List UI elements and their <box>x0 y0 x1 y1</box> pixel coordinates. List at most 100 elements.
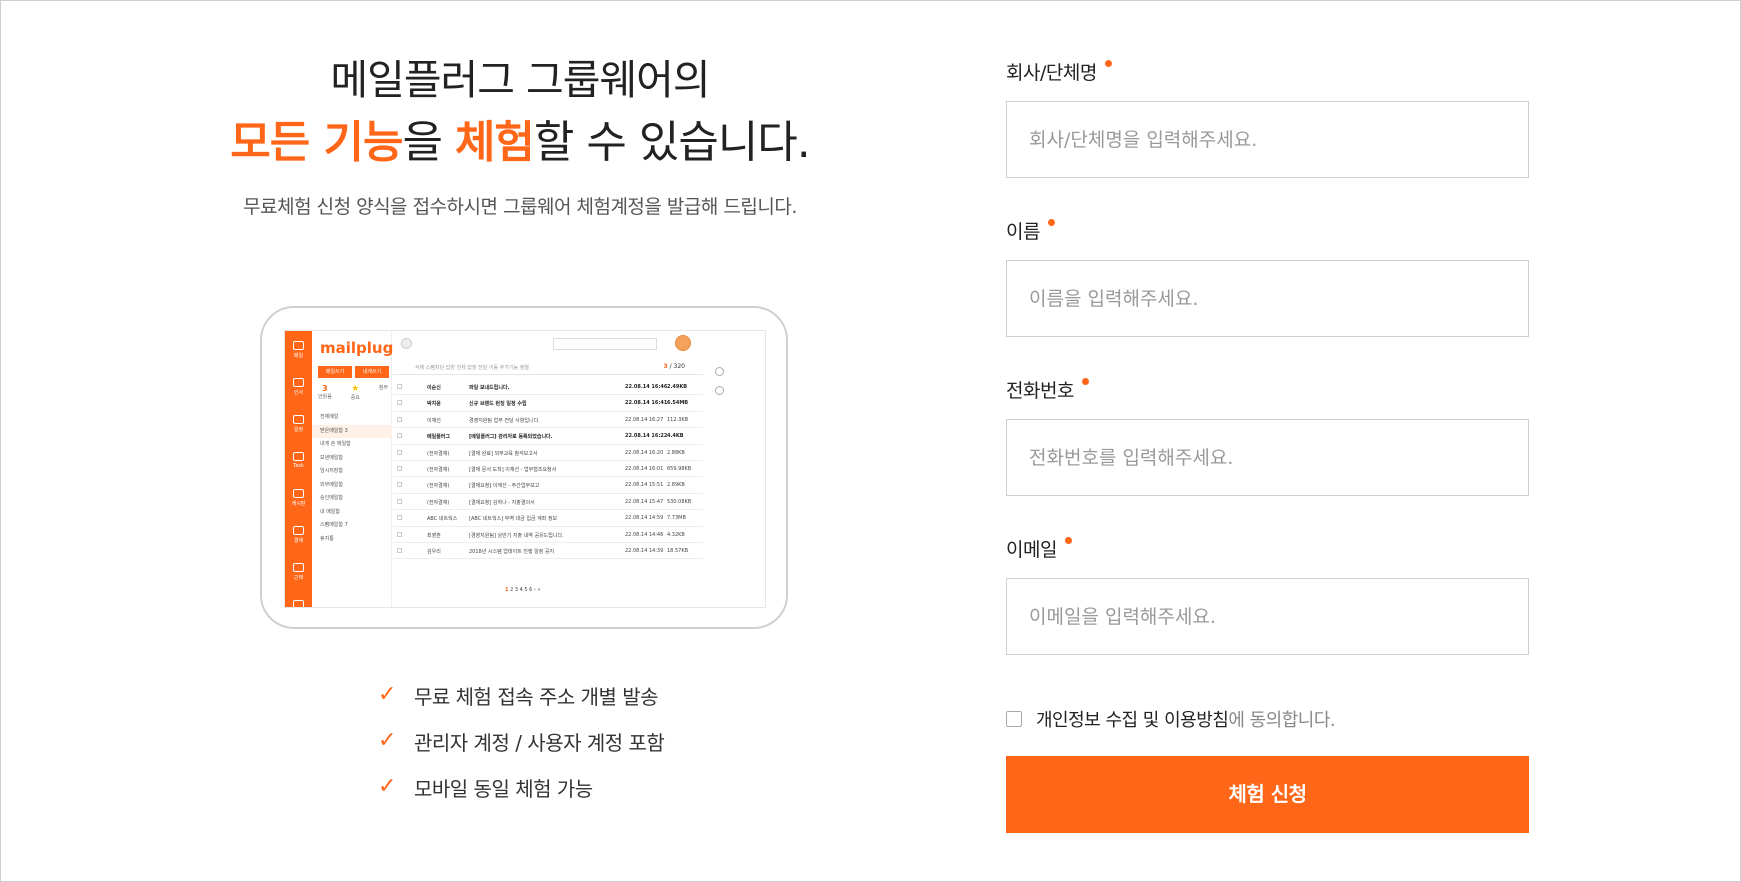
tablet-mockup: 메일인사일정 Task 게시판결재근태드라이브 mailplug 메일쓰기 내게쓰기… <box>260 306 788 629</box>
row-size: 112.3KB <box>667 416 689 423</box>
email-input[interactable] <box>1006 578 1529 655</box>
mockup-folder-item: 내 메일함 <box>320 508 340 515</box>
row-subject: [결재요청] 이재선 - 주간업무보고 <box>469 483 540 490</box>
mockup-folder-item: 스팸메일함 7 <box>320 522 348 528</box>
rail-icon <box>293 599 304 607</box>
check-icon: ✓ <box>378 728 397 753</box>
rail-label: 일정 <box>293 426 304 433</box>
mockup-stat-value: 3 <box>322 384 328 393</box>
row-subject: [결재요청] 김하나 - 지출결의서 <box>469 499 535 506</box>
table-row: (전자결재) [결재요청] 이재선 - 주간업무보고 22.08.14 15:51 2… <box>393 477 703 494</box>
row-size: 2.88KB <box>667 449 685 456</box>
row-sender: (전자결재) <box>427 450 450 457</box>
mockup-rail-item: 드라이브 <box>285 590 312 607</box>
row-sender: 이순신 <box>427 385 441 391</box>
row-checkbox <box>397 515 402 521</box>
row-date: 22.08.14 14:46 <box>625 531 664 538</box>
rail-icon <box>293 488 304 498</box>
mockup-toolbar-actions: 삭제 스팸차단 답장 전체 답장 전달 이동 추가기능 정렬 <box>415 365 529 371</box>
mockup-write-button: 메일쓰기 <box>318 366 352 378</box>
hero: 메일플러그 그룹웨어의 모든 기능을 체험할 수 있습니다. 무료체험 신청 양… <box>180 52 860 219</box>
row-date: 22.08.14 14:59 <box>625 515 664 522</box>
rail-label: 메일 <box>293 352 304 359</box>
row-sender: 메일플러그 <box>427 434 451 441</box>
feature-text: 모바일 동일 체험 가능 <box>414 776 593 801</box>
row-size: 4.4KB <box>667 433 684 440</box>
required-dot-icon <box>1047 219 1055 226</box>
hero-title-line2: 모든 기능을 체험할 수 있습니다. <box>180 112 860 174</box>
rail-label: 인사 <box>293 389 304 396</box>
rail-label: 게시판 <box>291 500 306 507</box>
table-row: 이순신 파일 보내드립니다. 22.08.14 16:46 2.49KB <box>393 379 703 396</box>
mockup-rail-item: 게시판 <box>285 479 312 516</box>
mailplug-logo: mailplug <box>320 339 394 357</box>
row-checkbox <box>397 482 402 488</box>
check-icon: ✓ <box>378 682 397 707</box>
mockup-rail: 메일인사일정 Task 게시판결재근태드라이브 <box>285 331 312 607</box>
rail-label: 근태 <box>293 574 304 581</box>
mockup-self-button: 내게쓰기 <box>355 366 389 378</box>
mockup-folder-item: 전체메일 <box>320 414 339 420</box>
mockup-screen: 메일인사일정 Task 게시판결재근태드라이브 mailplug 메일쓰기 내게쓰기… <box>284 330 766 608</box>
required-dot-icon <box>1104 60 1112 67</box>
privacy-policy-link[interactable]: 개인정보 수집 및 이용방침 <box>1036 706 1229 732</box>
feature-text: 무료 체험 접속 주소 개별 발송 <box>414 684 659 709</box>
mockup-rail-item: 근태 <box>285 553 312 590</box>
rail-icon <box>293 340 304 350</box>
row-size: 530.08KB <box>667 498 692 505</box>
company-input[interactable] <box>1006 101 1529 178</box>
mockup-folder-item: 보낸메일함 <box>320 454 344 461</box>
phone-input[interactable] <box>1006 419 1529 496</box>
mockup-pager-rest: 2 3 4 5 6 › » <box>510 587 541 593</box>
row-date: 22.08.14 16:46 <box>625 384 668 390</box>
row-subject: [메일플러그] 관리자로 등록되었습니다. <box>469 434 553 441</box>
mockup-folder-list: 전체메일 받은메일함 3 내게 쓴 메일함 보낸메일함 임시저장함 외부메일함 승인메일함 내… <box>312 411 392 546</box>
feature-list: ✓ 무료 체험 접속 주소 개별 발송 ✓ 관리자 계정 / 사용자 계정 포함 ✓ 모바… <box>378 672 665 810</box>
row-subject: [결재 완료] 외부교육 참석보고서 <box>469 450 538 457</box>
row-size: 6.54MB <box>667 400 689 407</box>
row-date: 22.08.14 15:51 <box>625 482 664 489</box>
mockup-right-icons <box>715 367 729 405</box>
table-row: (전자결재) [결재요청] 김하나 - 지출결의서 22.08.14 15:47 53… <box>393 494 703 511</box>
row-subject: 경영지원팀 업무 전달 사항입니다. <box>469 417 540 424</box>
mockup-folder-item: 휴지통 <box>320 535 334 542</box>
mockup-rail-item: 인사 <box>285 368 312 405</box>
hero-subtitle: 무료체험 신청 양식을 접수하시면 그룹웨어 체험계정을 발급해 드립니다. <box>243 196 797 218</box>
row-date: 22.08.14 16:01 <box>625 465 664 472</box>
row-checkbox <box>397 531 402 537</box>
feature-item: ✓ 모바일 동일 체험 가능 <box>378 764 664 810</box>
row-checkbox <box>397 384 402 389</box>
hero-highlight-trial: 체험 <box>454 117 535 168</box>
mockup-toolbar: 삭제 스팸차단 답장 전체 답장 전달 이동 추가기능 정렬 3 / 320 <box>393 361 703 375</box>
row-checkbox <box>397 449 402 455</box>
row-checkbox <box>397 416 402 422</box>
row-sender: (전자결재) <box>427 499 450 506</box>
phone-label: 전화번호 <box>1006 376 1089 403</box>
hero-title-line1: 메일플러그 그룹웨어의 <box>330 56 710 104</box>
company-label: 회사/단체명 <box>1006 58 1112 85</box>
rail-icon <box>293 377 304 387</box>
table-row: (전자결재) [결재 완료] 외부교육 참석보고서 22.08.14 16:20 2.… <box>393 445 703 461</box>
avatar <box>675 335 691 351</box>
row-size: 659.98KB <box>667 465 692 472</box>
row-size: 7.73MB <box>667 515 686 522</box>
row-size: 2.89KB <box>667 482 685 489</box>
submit-trial-button[interactable]: 체험 신청 <box>1006 756 1529 833</box>
mockup-rail-item: 메일 <box>285 331 312 368</box>
mockup-rail-item: 결재 <box>285 516 312 553</box>
name-label-text: 이름 <box>1006 221 1040 243</box>
hero-highlight-features: 모든 기능 <box>230 117 403 168</box>
row-sender: 최영훈 <box>427 532 441 539</box>
row-sender: ABC 네트웍스 <box>427 516 458 523</box>
privacy-checkbox[interactable] <box>1006 711 1022 727</box>
mockup-sidebar: mailplug 메일쓰기 내게쓰기 3 안읽음 ★ 중요 첨부 전체메일 받은메일함 3… <box>312 331 394 607</box>
feature-text: 관리자 계정 / 사용자 계정 포함 <box>414 730 665 755</box>
row-sender: 이재선 <box>427 417 441 424</box>
row-date: 22.08.14 16:20 <box>625 449 664 456</box>
table-row: 최영훈 [경영지원팀] 상반기 지출 내역 공유드립니다. 22.08.14 14:… <box>393 527 703 543</box>
privacy-agree-text: 에 동의합니다. <box>1228 710 1336 731</box>
name-input[interactable] <box>1006 260 1529 337</box>
row-checkbox <box>397 547 402 553</box>
rail-label: Task <box>293 463 304 469</box>
mockup-folder-item: 받은메일함 3 <box>312 424 392 438</box>
